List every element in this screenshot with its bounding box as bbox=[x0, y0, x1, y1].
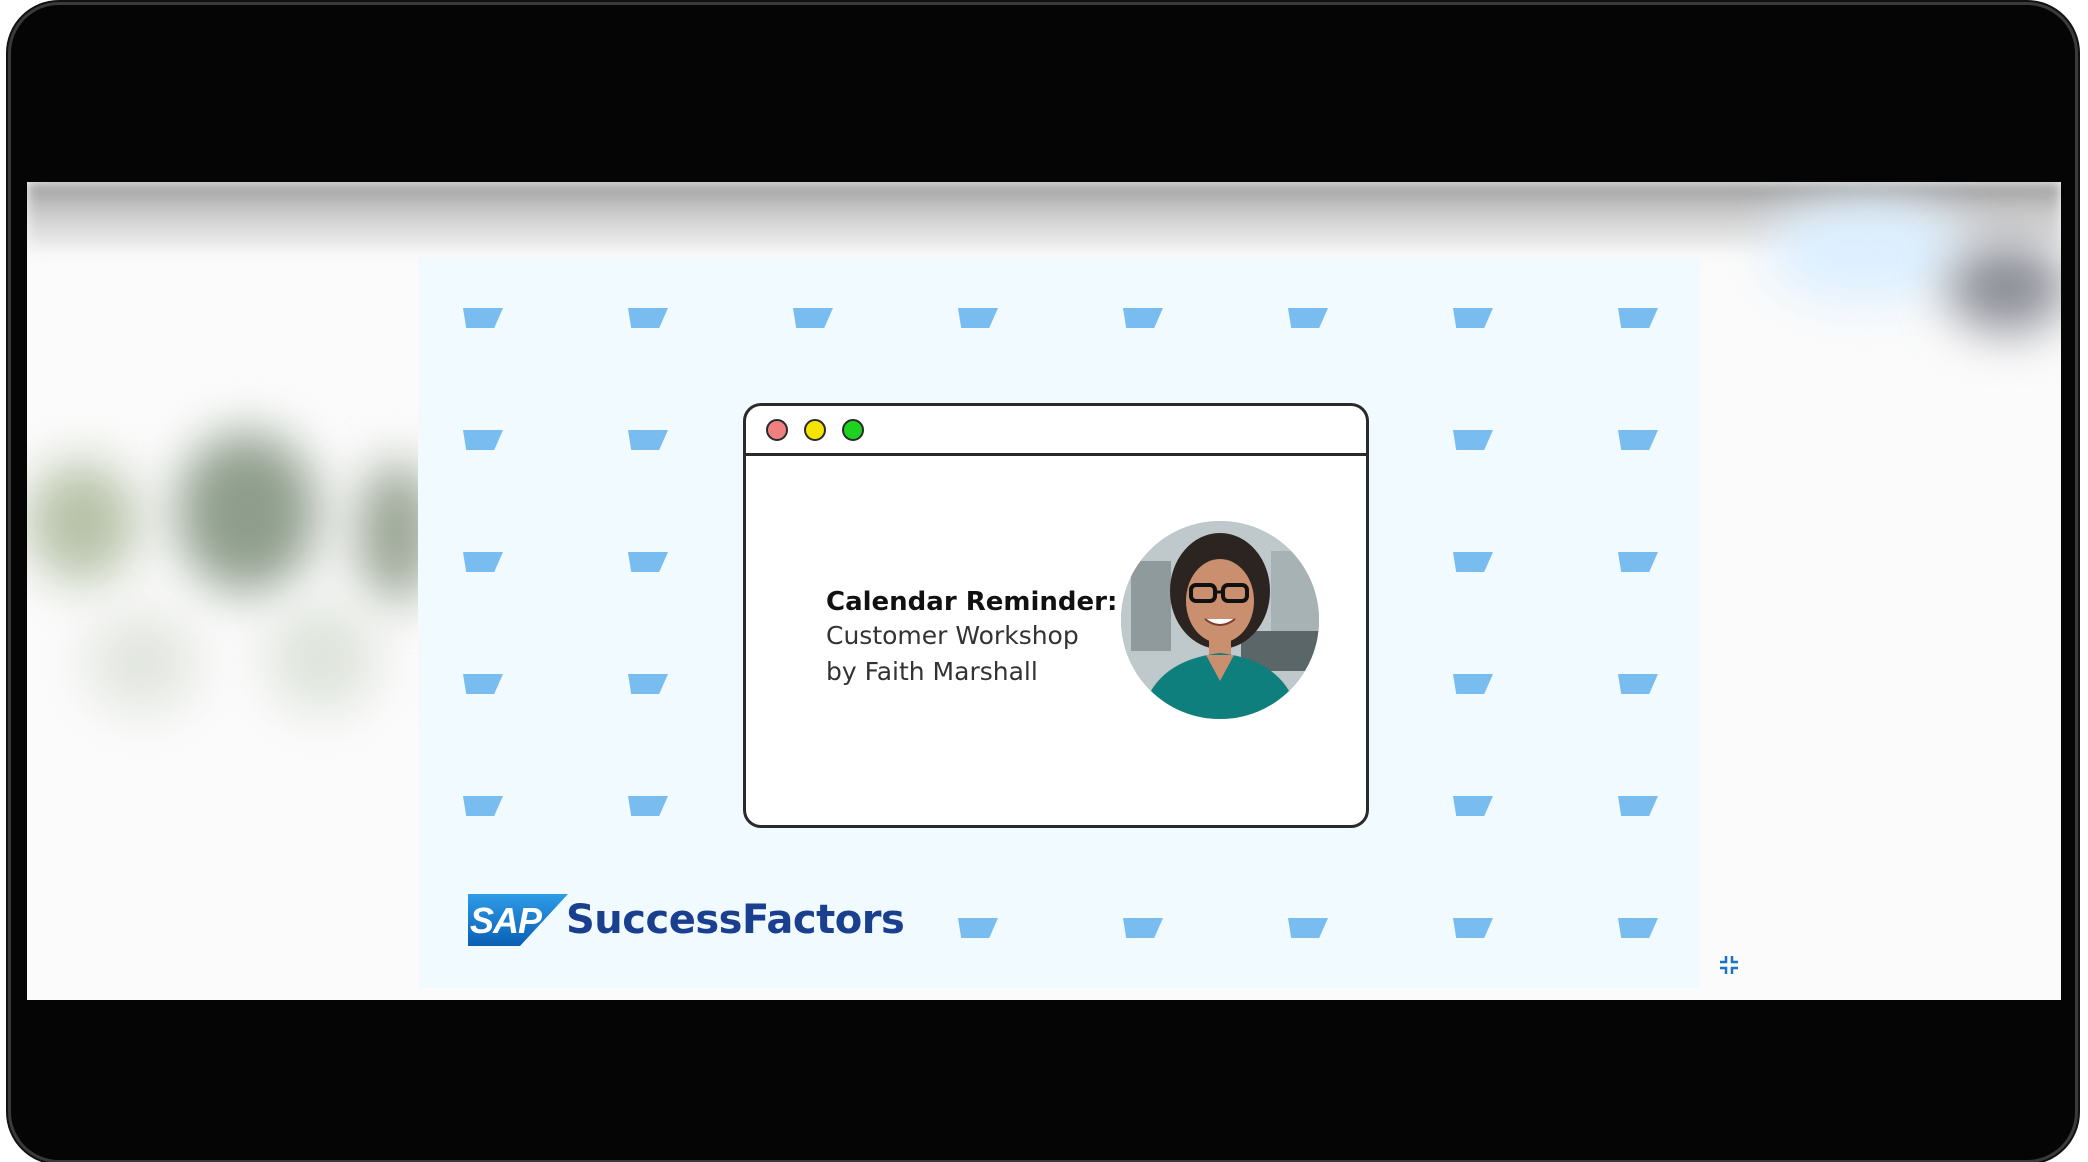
blurred-background-shape bbox=[1767, 202, 1967, 302]
flag-icon bbox=[628, 674, 668, 694]
close-dot-icon bbox=[766, 419, 788, 441]
video-player-frame: Calendar Reminder: Customer Workshop by … bbox=[11, 5, 2075, 1160]
minimize-dot-icon bbox=[804, 419, 826, 441]
flag-icon bbox=[463, 674, 503, 694]
presenter-photo bbox=[1121, 521, 1319, 719]
maximize-dot-icon bbox=[842, 419, 864, 441]
reminder-title: Calendar Reminder: bbox=[826, 587, 1118, 617]
blurred-background-shape bbox=[87, 612, 197, 712]
blurred-background-shape bbox=[267, 602, 377, 712]
flag-icon bbox=[628, 308, 668, 328]
flag-icon bbox=[628, 552, 668, 572]
flag-icon bbox=[958, 308, 998, 328]
reminder-text: Calendar Reminder: Customer Workshop by … bbox=[826, 586, 1126, 690]
presenter-avatar bbox=[1121, 521, 1319, 719]
window-titlebar bbox=[746, 406, 1366, 456]
flag-icon bbox=[1453, 552, 1493, 572]
sap-logo-text: SAP bbox=[470, 900, 542, 941]
flag-icon bbox=[628, 430, 668, 450]
flag-icon bbox=[1618, 918, 1658, 938]
flag-icon bbox=[1453, 674, 1493, 694]
blurred-background-shape bbox=[177, 432, 317, 592]
flag-icon bbox=[1618, 308, 1658, 328]
successfactors-wordmark: SuccessFactors bbox=[566, 897, 905, 943]
browser-window-illustration: Calendar Reminder: Customer Workshop by … bbox=[743, 403, 1369, 828]
flag-icon bbox=[1618, 552, 1658, 572]
flag-icon bbox=[1288, 308, 1328, 328]
flag-icon bbox=[1453, 918, 1493, 938]
flag-icon bbox=[1288, 918, 1328, 938]
flag-icon bbox=[1453, 430, 1493, 450]
reminder-presenter: by Faith Marshall bbox=[826, 657, 1038, 686]
flag-icon bbox=[1618, 430, 1658, 450]
flag-icon bbox=[628, 796, 668, 816]
exit-fullscreen-icon[interactable] bbox=[1718, 954, 1740, 976]
blurred-background-bar bbox=[27, 182, 2061, 252]
flag-icon bbox=[1618, 796, 1658, 816]
flag-icon bbox=[463, 308, 503, 328]
flag-icon bbox=[1618, 674, 1658, 694]
presentation-slide: Calendar Reminder: Customer Workshop by … bbox=[418, 258, 1700, 988]
blurred-background-shape bbox=[27, 462, 137, 582]
reminder-event: Customer Workshop bbox=[826, 621, 1079, 650]
flag-icon bbox=[1453, 796, 1493, 816]
flag-icon bbox=[1123, 918, 1163, 938]
video-screen[interactable]: Calendar Reminder: Customer Workshop by … bbox=[27, 182, 2061, 1000]
flag-icon bbox=[793, 308, 833, 328]
flag-icon bbox=[1123, 308, 1163, 328]
flag-icon bbox=[958, 918, 998, 938]
flag-icon bbox=[463, 796, 503, 816]
flag-icon bbox=[1453, 308, 1493, 328]
flag-icon bbox=[463, 552, 503, 572]
blurred-background-shape bbox=[1947, 242, 2061, 332]
flag-icon bbox=[463, 430, 503, 450]
